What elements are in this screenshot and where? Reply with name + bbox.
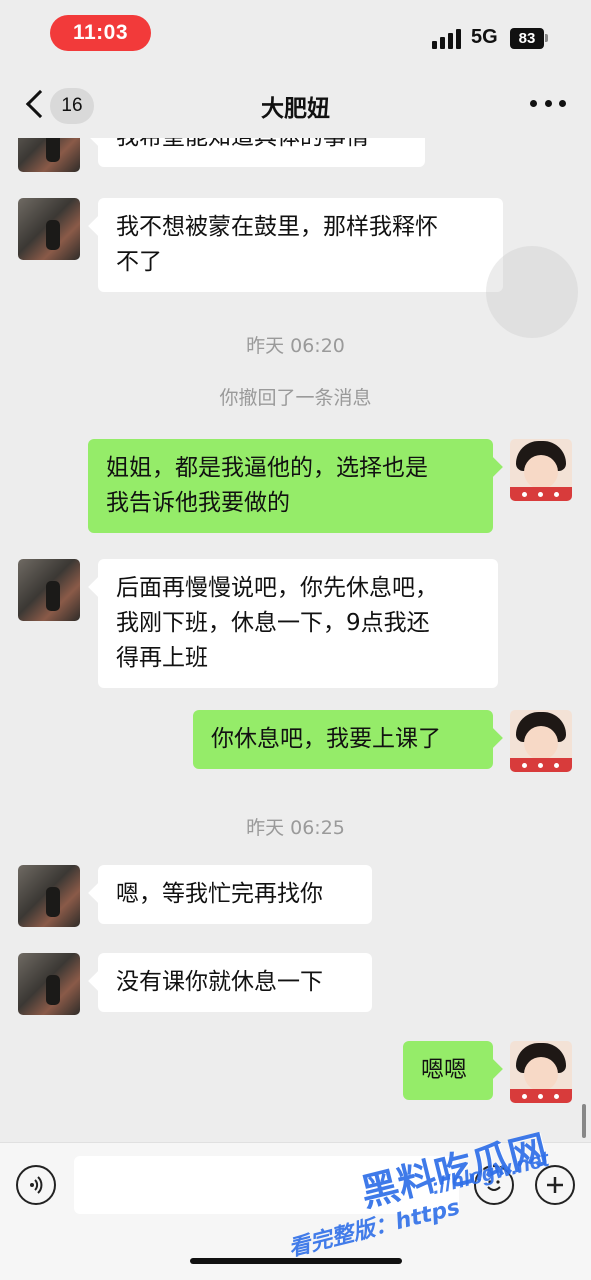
more-options-icon[interactable] — [530, 100, 566, 112]
avatar-contact[interactable] — [18, 865, 80, 927]
avatar-contact[interactable] — [18, 559, 80, 621]
floating-window-icon[interactable] — [486, 246, 578, 338]
message-bubble-outgoing[interactable]: 姐姐，都是我逼他的，选择也是 我告诉他我要做的 — [88, 439, 493, 533]
message-bubble-incoming[interactable]: 嗯，等我忙完再找你 — [98, 865, 372, 924]
chat-header: 16 大肥妞 — [0, 72, 591, 138]
timestamp: 昨天 06:25 — [246, 817, 345, 839]
status-bar: 11:03 5G 83 — [0, 0, 591, 72]
voice-icon — [30, 1176, 43, 1194]
message-list[interactable]: 我希望能知道具体的事情 我不想被蒙在鼓里，那样我释怀 不了 昨天 06:20 你… — [0, 138, 591, 1142]
message-bubble-outgoing[interactable]: 你休息吧，我要上课了 — [193, 710, 493, 769]
avatar-contact[interactable] — [18, 138, 80, 172]
voice-input-button[interactable] — [16, 1165, 56, 1205]
plus-icon — [547, 1177, 563, 1193]
battery-icon: 83 — [510, 28, 544, 49]
message-bubble-incoming[interactable]: 我不想被蒙在鼓里，那样我释怀 不了 — [98, 198, 503, 292]
message-bubble-incoming[interactable]: 我希望能知道具体的事情 — [98, 138, 425, 167]
status-time: 11:03 — [50, 15, 151, 51]
avatar-self[interactable] — [510, 710, 572, 772]
avatar-self[interactable] — [510, 1041, 572, 1103]
message-bubble-incoming[interactable]: 没有课你就休息一下 — [98, 953, 372, 1012]
scrollbar[interactable] — [582, 1104, 586, 1138]
chat-title: 大肥妞 — [261, 96, 330, 122]
message-bubble-incoming[interactable]: 后面再慢慢说吧，你先休息吧， 我刚下班，休息一下，9点我还 得再上班 — [98, 559, 498, 688]
recall-notice: 你撤回了一条消息 — [219, 387, 372, 409]
signal-icon — [432, 29, 464, 49]
avatar-contact[interactable] — [18, 198, 80, 260]
message-bubble-outgoing[interactable]: 嗯嗯 — [403, 1041, 493, 1100]
battery-tip — [545, 34, 548, 42]
timestamp: 昨天 06:20 — [246, 335, 345, 357]
network-type: 5G — [471, 26, 498, 48]
avatar-contact[interactable] — [18, 953, 80, 1015]
avatar-self[interactable] — [510, 439, 572, 501]
